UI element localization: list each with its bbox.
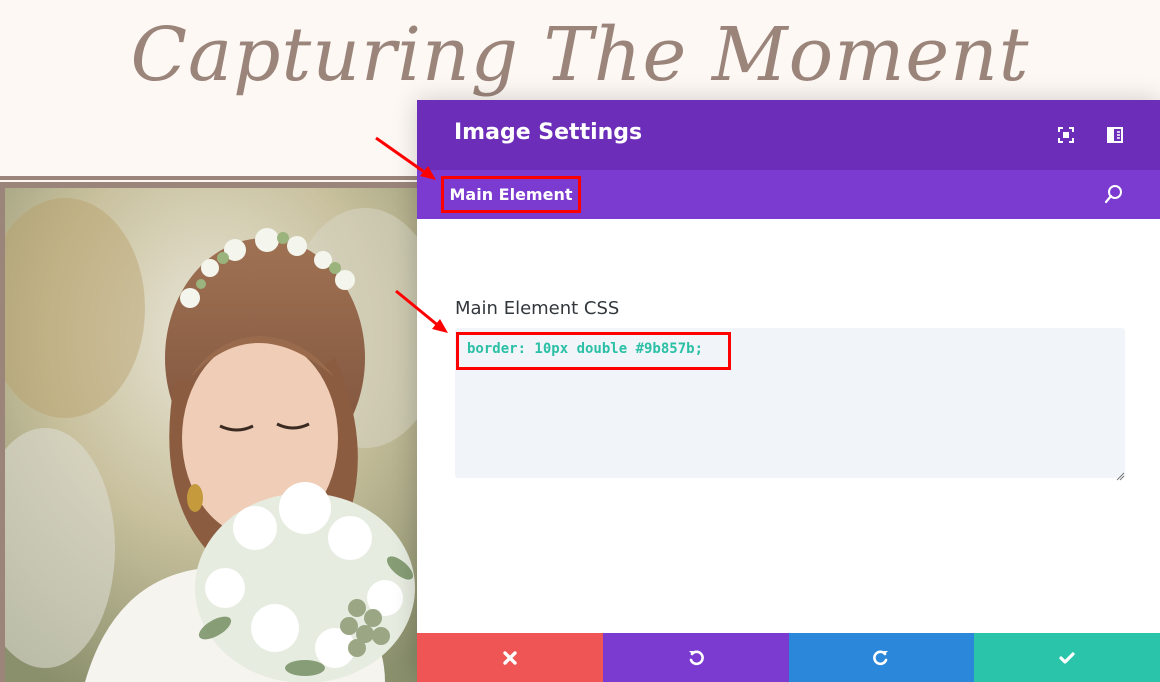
cancel-button[interactable] <box>417 633 603 682</box>
search-icon[interactable] <box>1103 183 1125 205</box>
annotation-arrow-tab <box>375 136 436 180</box>
modal-header: Image Settings <box>417 100 1160 170</box>
image-frame <box>0 184 418 682</box>
undo-icon <box>688 650 704 665</box>
modal-title: Image Settings <box>454 120 643 145</box>
redo-icon <box>873 650 889 665</box>
modal-footer <box>417 633 1160 682</box>
css-highlight-box <box>456 332 731 370</box>
bride-photo[interactable] <box>5 188 418 682</box>
modal-subbar: Main Element <box>417 170 1160 219</box>
resize-handle-icon[interactable] <box>1116 468 1125 481</box>
redo-button[interactable] <box>788 633 975 682</box>
annotation-arrow-css <box>395 289 448 333</box>
undo-button[interactable] <box>602 633 789 682</box>
expand-icon[interactable] <box>1055 124 1077 146</box>
tab-main-element[interactable]: Main Element <box>441 176 581 213</box>
image-settings-modal: Image Settings Main Element Main Element… <box>417 100 1160 682</box>
close-icon <box>503 650 517 665</box>
hero-title: Capturing The Moment <box>130 12 1030 98</box>
main-element-css-label: Main Element CSS <box>455 298 620 319</box>
check-icon <box>1059 651 1075 664</box>
save-button[interactable] <box>974 633 1160 682</box>
sidebar-toggle-icon[interactable] <box>1104 124 1126 146</box>
